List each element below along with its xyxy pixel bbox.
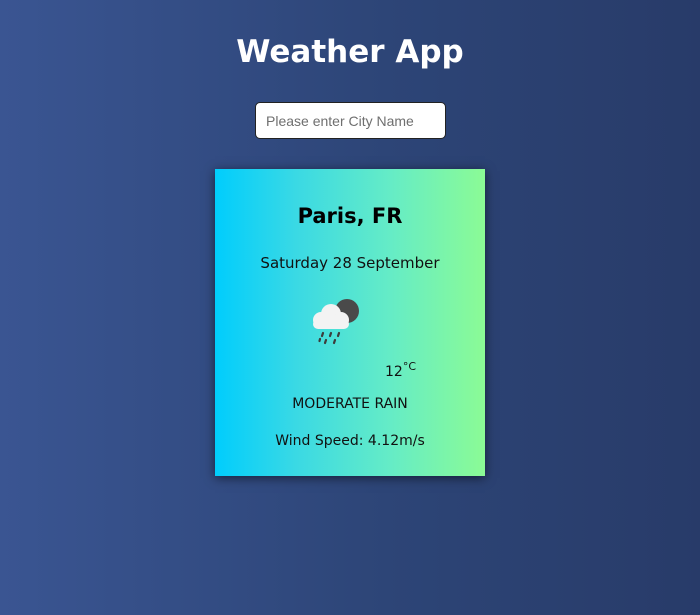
app-title: Weather App	[236, 34, 464, 70]
weather-description: MODERATE RAIN	[292, 396, 408, 412]
temperature-unit: °C	[402, 360, 417, 373]
cloud-rain-night-icon	[313, 299, 359, 345]
temperature-value: 12	[385, 364, 403, 380]
city-name: Paris, FR	[297, 204, 403, 228]
city-search-input[interactable]	[255, 102, 446, 139]
temperature: 12°C	[385, 357, 416, 382]
wind-speed: Wind Speed: 4.12m/s	[275, 433, 425, 449]
weather-date: Saturday 28 September	[260, 254, 440, 272]
weather-card: Paris, FR Saturday 28 September 12°C MOD…	[215, 169, 485, 476]
